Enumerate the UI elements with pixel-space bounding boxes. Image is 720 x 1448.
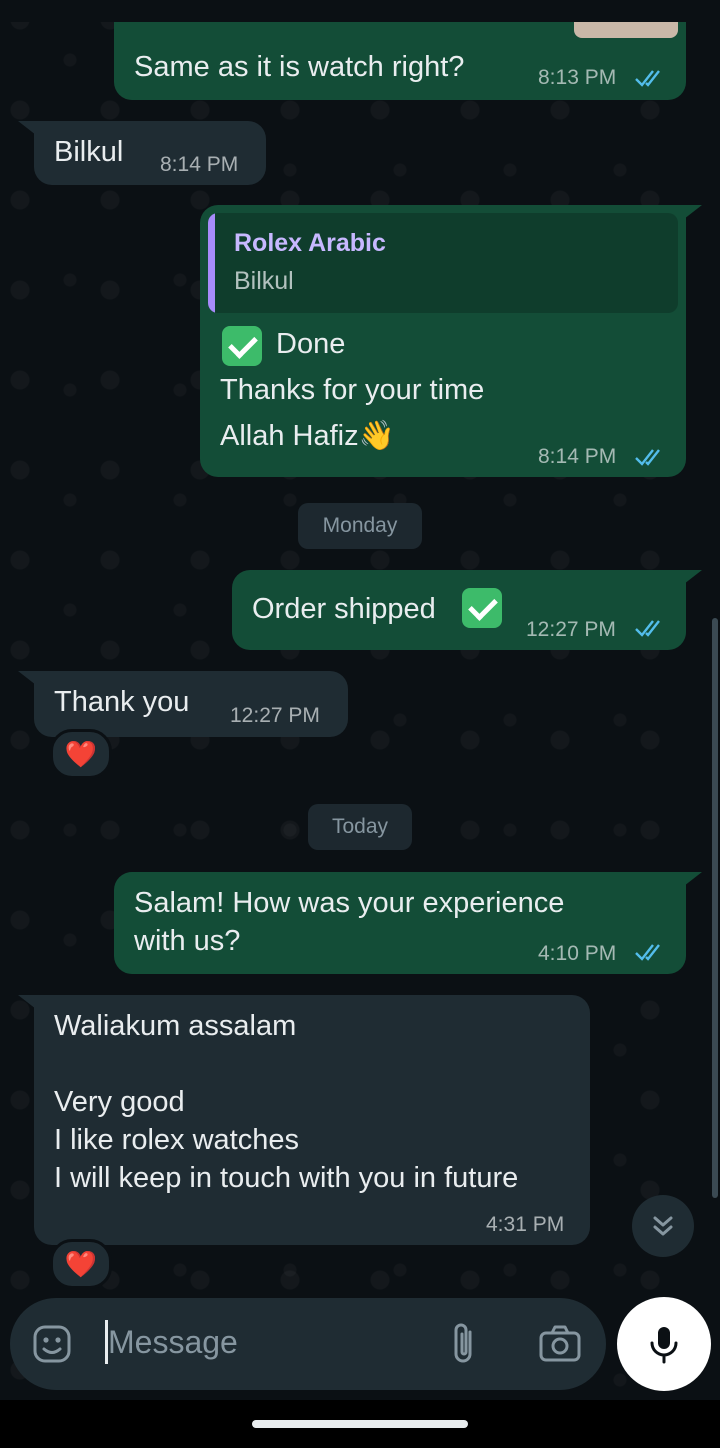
bubble-tail	[684, 205, 702, 219]
message-line: with us?	[134, 925, 241, 957]
message-text: Bilkul	[54, 136, 124, 168]
heart-reaction[interactable]: ❤️	[50, 1239, 112, 1289]
home-gesture-handle[interactable]	[252, 1420, 468, 1428]
quote-author: Rolex Arabic	[234, 229, 386, 257]
message-bubble-incoming[interactable]: Thank you 12:27 PM	[34, 671, 348, 737]
message-time: 8:13 PM	[538, 66, 617, 89]
voice-record-button[interactable]	[617, 1297, 711, 1391]
message-text: Order shipped	[252, 593, 436, 625]
sticker-icon[interactable]	[30, 1322, 74, 1366]
message-input[interactable]: Message	[108, 1324, 238, 1361]
message-time: 12:27 PM	[526, 618, 616, 641]
bubble-tail	[684, 570, 702, 584]
date-separator: Monday	[298, 503, 422, 549]
quote-text: Bilkul	[234, 267, 294, 295]
double-check-icon	[635, 944, 660, 961]
message-input-bar: Message	[10, 1298, 606, 1390]
double-check-icon	[635, 70, 660, 87]
double-check-icon	[635, 620, 660, 637]
message-bubble-outgoing[interactable]: Order shipped 12:27 PM	[232, 570, 686, 650]
message-line: Allah Hafiz👋	[220, 420, 395, 452]
message-text: Thank you	[54, 686, 190, 718]
message-time: 4:10 PM	[538, 942, 617, 965]
bubble-tail	[18, 121, 36, 135]
message-bubble-outgoing[interactable]: Same as it is watch right? 8:13 PM	[114, 22, 686, 100]
message-line: Salam! How was your experience	[134, 887, 565, 919]
double-check-icon	[635, 449, 660, 466]
date-separator: Today	[308, 804, 412, 850]
quote-accent-bar	[208, 213, 215, 313]
heart-emoji-icon: ❤️	[64, 1248, 98, 1279]
bubble-tail	[684, 872, 702, 886]
camera-icon[interactable]	[538, 1324, 582, 1364]
message-bubble-outgoing[interactable]: Salam! How was your experience with us? …	[114, 872, 686, 974]
message-line: I will keep in touch with you in future	[54, 1162, 519, 1194]
message-line: I like rolex watches	[54, 1124, 299, 1156]
message-line: Thanks for your time	[220, 374, 485, 406]
message-bubble-incoming[interactable]: Bilkul 8:14 PM	[34, 121, 266, 185]
scroll-to-bottom-button[interactable]	[632, 1195, 694, 1257]
message-time: 8:14 PM	[538, 445, 617, 468]
chevrons-down-icon	[653, 1216, 673, 1236]
bubble-tail	[18, 995, 36, 1009]
message-line: Very good	[54, 1086, 185, 1118]
message-text: Same as it is watch right?	[134, 51, 465, 83]
message-bubble-incoming[interactable]: Waliakum assalam Very good I like rolex …	[34, 995, 590, 1245]
check-mark-emoji-icon	[222, 326, 262, 366]
image-thumbnail-edge	[574, 22, 678, 38]
quoted-reply[interactable]: Rolex Arabic Bilkul	[208, 213, 678, 313]
mic-icon	[650, 1327, 678, 1364]
app-bar-edge	[0, 0, 720, 22]
message-bubble-outgoing[interactable]: Rolex Arabic Bilkul Done Thanks for your…	[200, 205, 686, 477]
bubble-tail	[18, 671, 36, 685]
heart-reaction[interactable]: ❤️	[50, 729, 112, 779]
message-time: 8:14 PM	[160, 153, 239, 176]
chat-scrollbar[interactable]	[712, 618, 718, 1198]
message-line: Done	[276, 328, 346, 360]
message-time: 4:31 PM	[486, 1213, 565, 1236]
heart-emoji-icon: ❤️	[64, 738, 98, 769]
check-mark-emoji-icon	[462, 588, 502, 628]
paperclip-icon[interactable]	[446, 1320, 482, 1368]
message-time: 12:27 PM	[230, 704, 320, 727]
message-line: Waliakum assalam	[54, 1010, 297, 1042]
